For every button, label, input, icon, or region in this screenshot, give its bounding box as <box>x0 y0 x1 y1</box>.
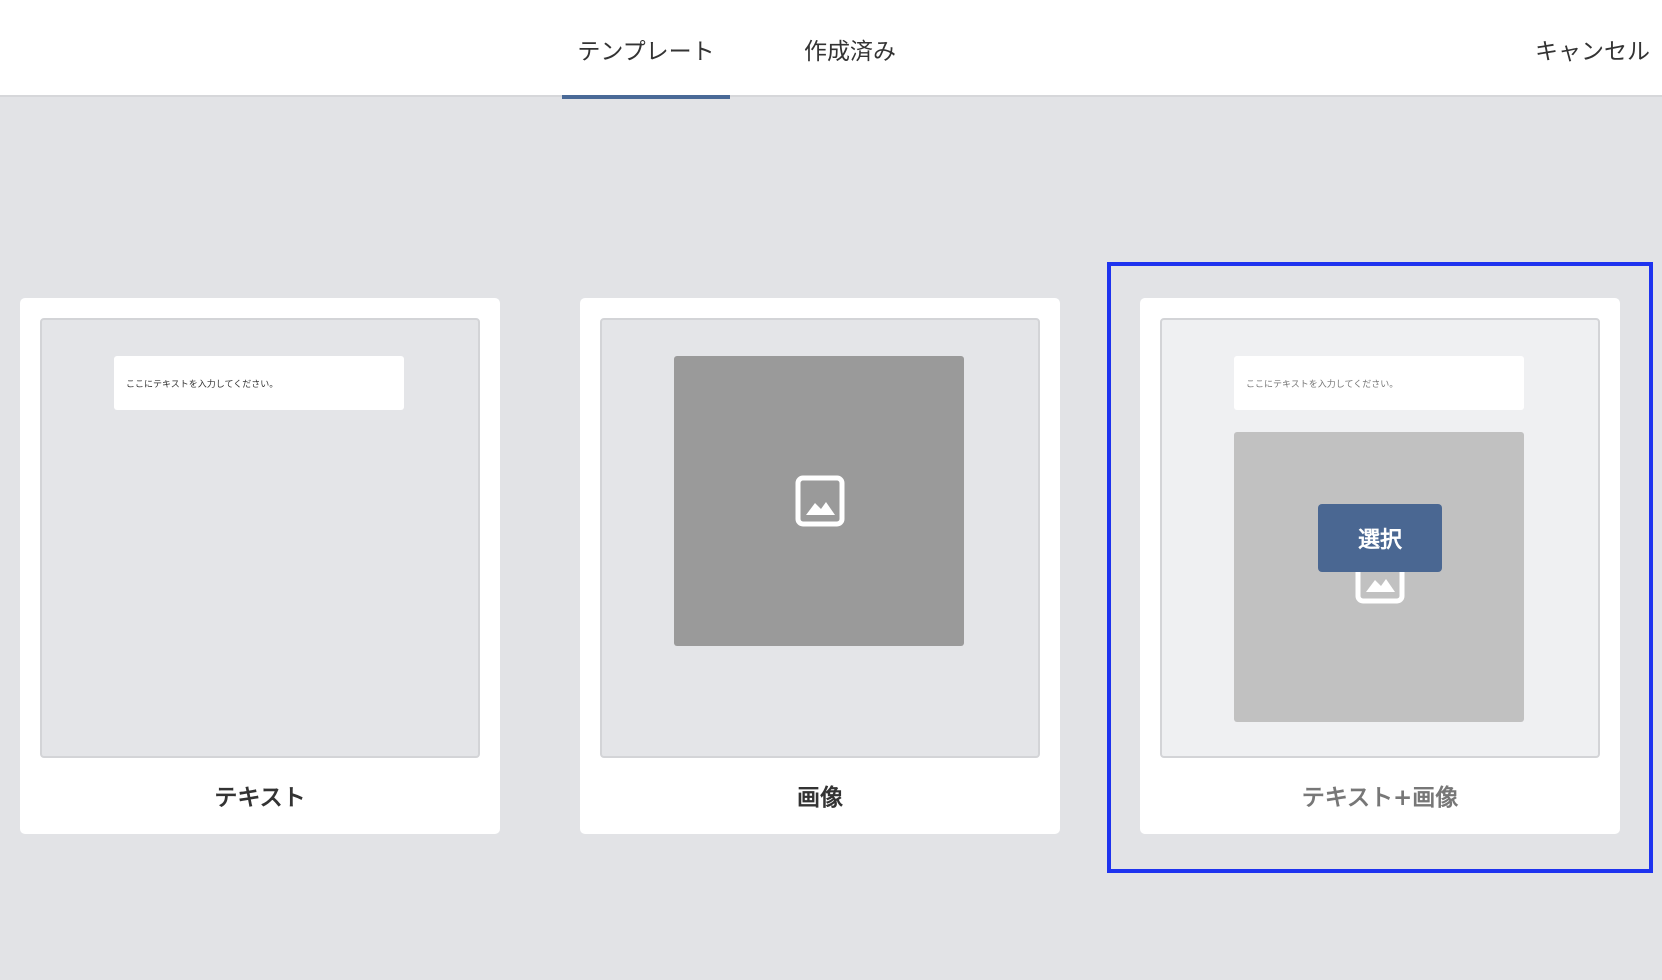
select-button[interactable]: 選択 <box>1318 504 1442 572</box>
template-card-image[interactable]: 画像 <box>580 298 1060 834</box>
text-placeholder-box: ここにテキストを入力してください。 <box>114 356 404 410</box>
template-card-label: テキスト <box>214 785 306 811</box>
template-card-text-image[interactable]: ここにテキストを入力してください。 選択 テキスト+画像 <box>1140 298 1620 834</box>
text-placeholder-box: ここにテキストを入力してください。 <box>1234 356 1524 410</box>
template-preview: ここにテキストを入力してください。 <box>40 318 480 758</box>
template-card-label: テキスト+画像 <box>1301 785 1459 811</box>
template-preview: ここにテキストを入力してください。 選択 <box>1160 318 1600 758</box>
tab-template-label: テンプレート <box>577 38 715 65</box>
tab-created-label: 作成済み <box>804 38 896 65</box>
image-placeholder-box: 選択 <box>1234 432 1524 722</box>
tab-template[interactable]: テンプレート <box>562 0 730 99</box>
template-card-label: 画像 <box>797 785 843 811</box>
image-placeholder-box <box>674 356 964 646</box>
header-bar: テンプレート 作成済み キャンセル <box>0 0 1662 99</box>
tab-created[interactable]: 作成済み <box>790 0 910 97</box>
image-icon <box>795 475 845 527</box>
template-preview <box>600 318 1040 758</box>
template-card-text[interactable]: ここにテキストを入力してください。 テキスト <box>20 298 500 834</box>
active-tab-indicator <box>562 95 730 99</box>
cancel-button[interactable]: キャンセル <box>1535 0 1650 97</box>
